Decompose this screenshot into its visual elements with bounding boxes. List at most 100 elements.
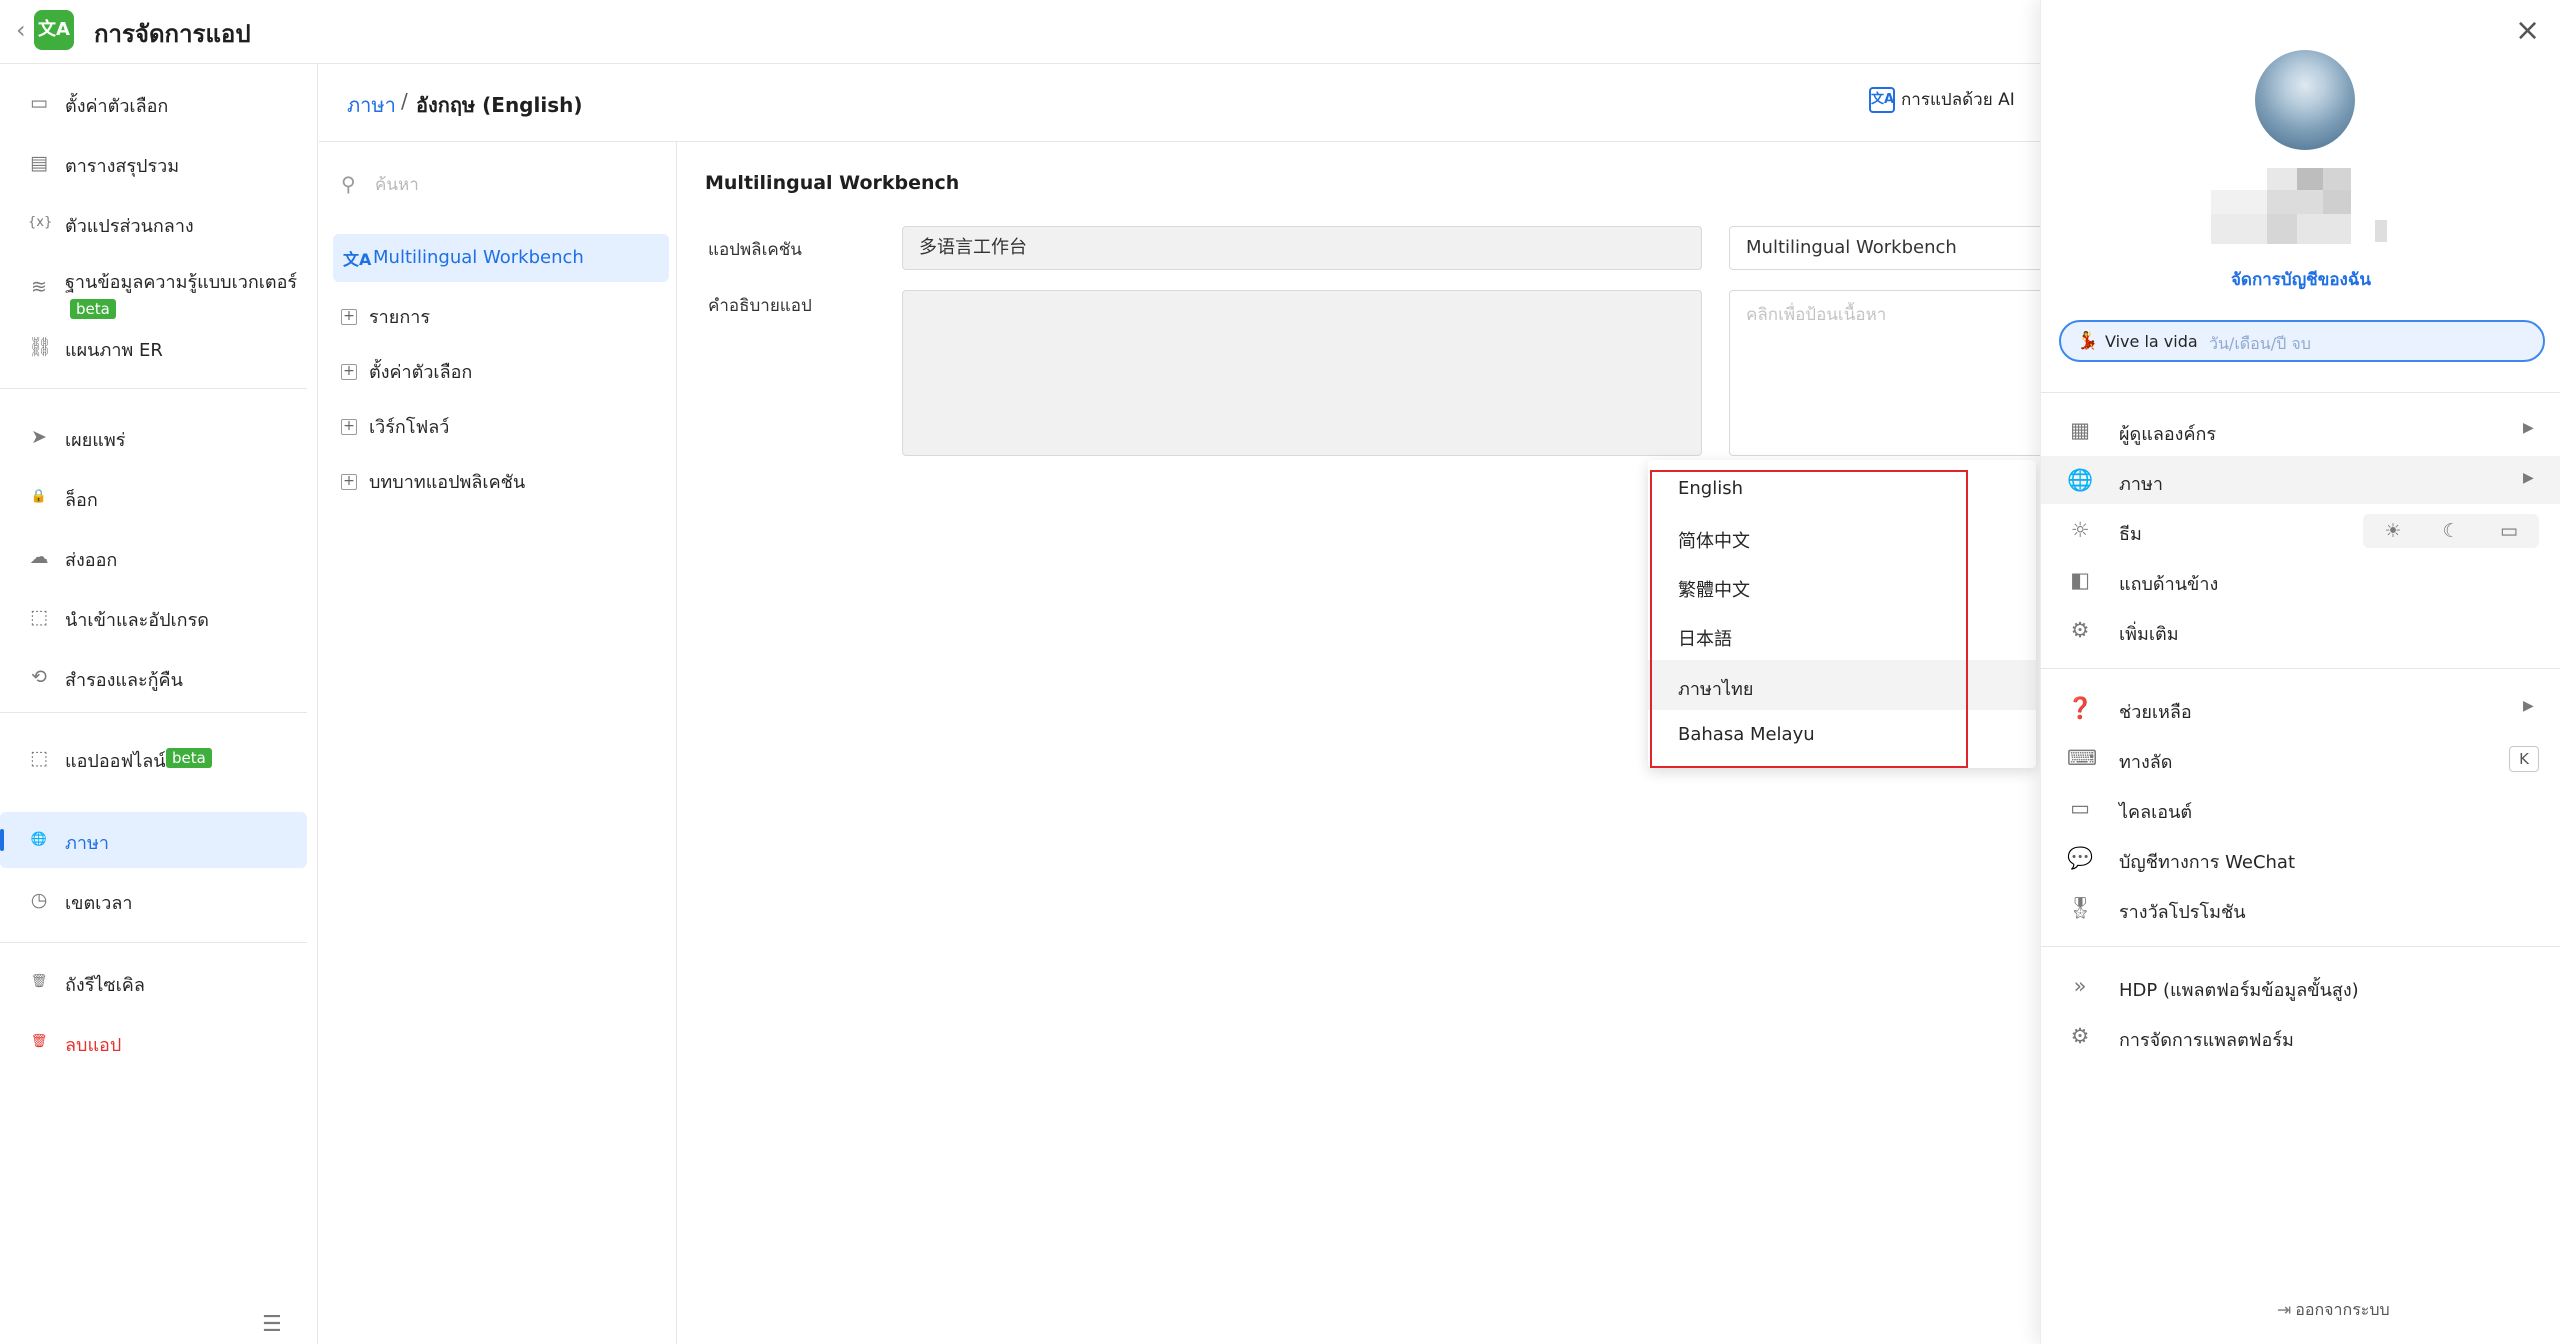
menu-divider	[2041, 946, 2560, 947]
language-option-label: ภาษาไทย	[1678, 679, 1754, 700]
sidebar-item-timezone[interactable]: ◷ เขตเวลา	[0, 872, 307, 928]
sidebar-item-export[interactable]: ☁ ส่งออก	[0, 529, 307, 585]
menu-item-label: แถบด้านข้าง	[2119, 574, 2219, 595]
menu-item-label: HDP (แพลตฟอร์มข้อมูลขั้นสูง)	[2119, 980, 2359, 1001]
light-sun-icon[interactable]: ☀	[2367, 517, 2419, 545]
menu-item-more[interactable]: ⚙ เพิ่มเติม	[2041, 606, 2560, 654]
sidebar-item-summary-table[interactable]: ▤ ตารางสรุปรวม	[0, 135, 307, 191]
search-icon: ⚲	[341, 172, 356, 196]
logout-icon: ⇥	[2277, 1300, 2292, 1321]
sidebar-item-er-diagram[interactable]: ⛓ แผนภาพ ER	[0, 319, 307, 375]
menu-item-promo-award[interactable]: 🎖 รางวัลโปรโมชัน	[2041, 884, 2560, 932]
status-text: Vive la vida	[2105, 332, 2198, 351]
account-panel: × จัดการบัญชีของฉัน 💃 Vive la vida วัน/เ…	[2040, 0, 2560, 1344]
system-laptop-icon[interactable]: ▭	[2483, 517, 2535, 545]
import-box-icon: ⬚	[30, 606, 48, 628]
sidebar-item-import-upgrade[interactable]: ⬚ นำเข้าและอัปเกรด	[0, 589, 307, 645]
sidebar-divider	[0, 712, 307, 713]
language-option-malay[interactable]: Bahasa Melayu	[1648, 710, 2036, 760]
sidebar-item-global-variables[interactable]: {x} ตัวแปรส่วนกลาง	[0, 195, 307, 251]
sidebar-item-label: ฐานข้อมูลความรู้แบบเวกเตอร์	[65, 272, 298, 293]
language-option-traditional-chinese[interactable]: 繁體中文	[1648, 562, 2036, 612]
status-input[interactable]: 💃 Vive la vida วัน/เดือน/ปี จบ	[2059, 320, 2545, 362]
translate-icon: 文A	[1869, 86, 1895, 113]
sidebar-item-recycle-bin[interactable]: 🗑 ถังรีไซเคิล	[0, 954, 307, 1010]
app-name-source-field: 多语言工作台	[902, 226, 1702, 270]
sidebar-item-vector-knowledge-base[interactable]: ≋ ฐานข้อมูลความรู้แบบเวกเตอร์ beta	[0, 259, 307, 319]
chevron-right-icon: ▶	[2523, 470, 2534, 486]
logout-button[interactable]: ⇥ ออกจากระบบ	[2277, 1298, 2390, 1323]
sidebar-item-label: นำเข้าและอัปเกรด	[65, 610, 209, 631]
tree-node[interactable]: + เวิร์กโฟลว์	[341, 412, 449, 448]
beta-badge: beta	[166, 748, 212, 768]
sidebar-item-language[interactable]: 🌐 ภาษา	[0, 812, 307, 868]
sidebar-item-settings[interactable]: ▭ ตั้งค่าตัวเลือก	[0, 75, 307, 131]
database-icon: ≋	[31, 276, 47, 298]
language-option-label: 简体中文	[1678, 531, 1750, 552]
expand-plus-icon[interactable]: +	[341, 363, 357, 380]
language-option-english[interactable]: English	[1648, 464, 2036, 514]
menu-item-platform-management[interactable]: ⚙ การจัดการแพลตฟอร์ม	[2041, 1012, 2560, 1060]
app-name-translation-field[interactable]: Multilingual Workbench	[1729, 226, 2049, 270]
menu-item-label: ทางลัด	[2119, 752, 2173, 773]
menu-item-client[interactable]: ▭ ไคลเอนต์	[2041, 784, 2560, 832]
expand-plus-icon[interactable]: +	[341, 418, 357, 435]
chevron-right-icon: ▶	[2523, 420, 2534, 436]
manage-account-link[interactable]: จัดการบัญชีของฉัน	[2041, 266, 2560, 293]
menu-item-sidebar[interactable]: ◧ แถบด้านข้าง	[2041, 556, 2560, 604]
menu-item-org-admin[interactable]: ▦ ผู้ดูแลองค์กร ▶	[2041, 406, 2560, 454]
tree-node[interactable]: + รายการ	[341, 302, 430, 338]
offline-app-icon: ⬚	[30, 747, 48, 769]
menu-item-label: ผู้ดูแลองค์กร	[2119, 424, 2217, 445]
sidebar-item-delete-app[interactable]: 🗑 ลบแอป	[0, 1014, 307, 1070]
ai-translate-button[interactable]: 文A การแปลด้วย AI	[1869, 86, 2015, 114]
sidebar-item-log[interactable]: 🔒 ล็อก	[0, 469, 307, 525]
sidebar-item-publish[interactable]: ➤ เผยแพร่	[0, 409, 307, 465]
language-option-simplified-chinese[interactable]: 简体中文	[1648, 513, 2036, 563]
menu-item-language[interactable]: 🌐 ภาษา ▶	[2041, 456, 2560, 504]
tree-node[interactable]: + บทบาทแอปพลิเคชัน	[341, 467, 525, 503]
tree-node-label: บทบาทแอปพลิเคชัน	[369, 472, 526, 493]
app-description-translation-field[interactable]: คลิกเพื่อป้อนเนื้อหา	[1729, 290, 2049, 456]
menu-item-label: รางวัลโปรโมชัน	[2119, 902, 2246, 923]
award-icon: 🎖	[2067, 896, 2094, 920]
language-option-japanese[interactable]: 日本語	[1648, 611, 2036, 661]
close-icon[interactable]: ×	[2515, 16, 2540, 46]
app-logo-icon: 文A	[34, 10, 74, 50]
menu-item-shortcuts[interactable]: ⌨ ทางลัด K	[2041, 734, 2560, 782]
menu-item-label: การจัดการแพลตฟอร์ม	[2119, 1030, 2294, 1051]
dancer-emoji-icon: 💃	[2077, 331, 2099, 351]
breadcrumb-link[interactable]: ภาษา	[347, 89, 396, 121]
sidebar-icon: ◧	[2070, 568, 2090, 592]
variable-braces-icon: {x}	[28, 215, 53, 230]
clock-icon: ◷	[30, 889, 48, 911]
breadcrumb-current: อังกฤษ (English)	[416, 93, 583, 117]
expand-plus-icon[interactable]: +	[341, 473, 357, 490]
back-chevron-icon[interactable]: ‹	[16, 18, 26, 42]
menu-item-wechat[interactable]: 💬 บัญชีทางการ WeChat	[2041, 834, 2560, 882]
dark-moon-icon[interactable]: ☾	[2425, 517, 2477, 545]
sidebar-item-backup-restore[interactable]: ⟲ สำรองและกู้คืน	[0, 649, 307, 705]
tree-panel: ⚲ 文A Multilingual Workbench + รายการ + ตั้…	[319, 142, 677, 1344]
sidebar-item-label: เขตเวลา	[65, 893, 133, 914]
collapse-sidebar-icon[interactable]: ☰	[262, 1312, 282, 1337]
expand-plus-icon[interactable]: +	[341, 308, 357, 325]
sidebar: ▭ ตั้งค่าตัวเลือก ▤ ตารางสรุปรวม {x} ตัวแปรส่…	[0, 64, 318, 1344]
menu-divider	[2041, 392, 2560, 393]
sidebar-item-offline-app[interactable]: ⬚ แอปออฟไลน์ beta	[0, 730, 307, 786]
search-input[interactable]	[375, 170, 645, 200]
language-option-thai[interactable]: ภาษาไทย	[1648, 660, 2036, 710]
keyboard-icon: ⌨	[2067, 746, 2098, 770]
send-icon: ➤	[31, 426, 47, 448]
trash-icon: 🗑	[30, 1034, 48, 1049]
menu-item-hdp[interactable]: » HDP (แพลตฟอร์มข้อมูลขั้นสูง)	[2041, 962, 2560, 1010]
menu-item-theme[interactable]: ☼ ธีม ☀ ☾ ▭	[2041, 506, 2560, 554]
tree-search[interactable]: ⚲	[341, 166, 651, 206]
translate-icon: 文A	[343, 250, 372, 269]
menu-item-help[interactable]: ❓ ช่วยเหลือ ▶	[2041, 684, 2560, 732]
tree-item-selected[interactable]: 文A Multilingual Workbench	[333, 234, 669, 282]
section-title: Multilingual Workbench	[705, 172, 960, 194]
sidebar-item-label: ตัวแปรส่วนกลาง	[65, 216, 194, 237]
tree-node[interactable]: + ตั้งค่าตัวเลือก	[341, 357, 472, 393]
avatar[interactable]	[2255, 50, 2355, 150]
